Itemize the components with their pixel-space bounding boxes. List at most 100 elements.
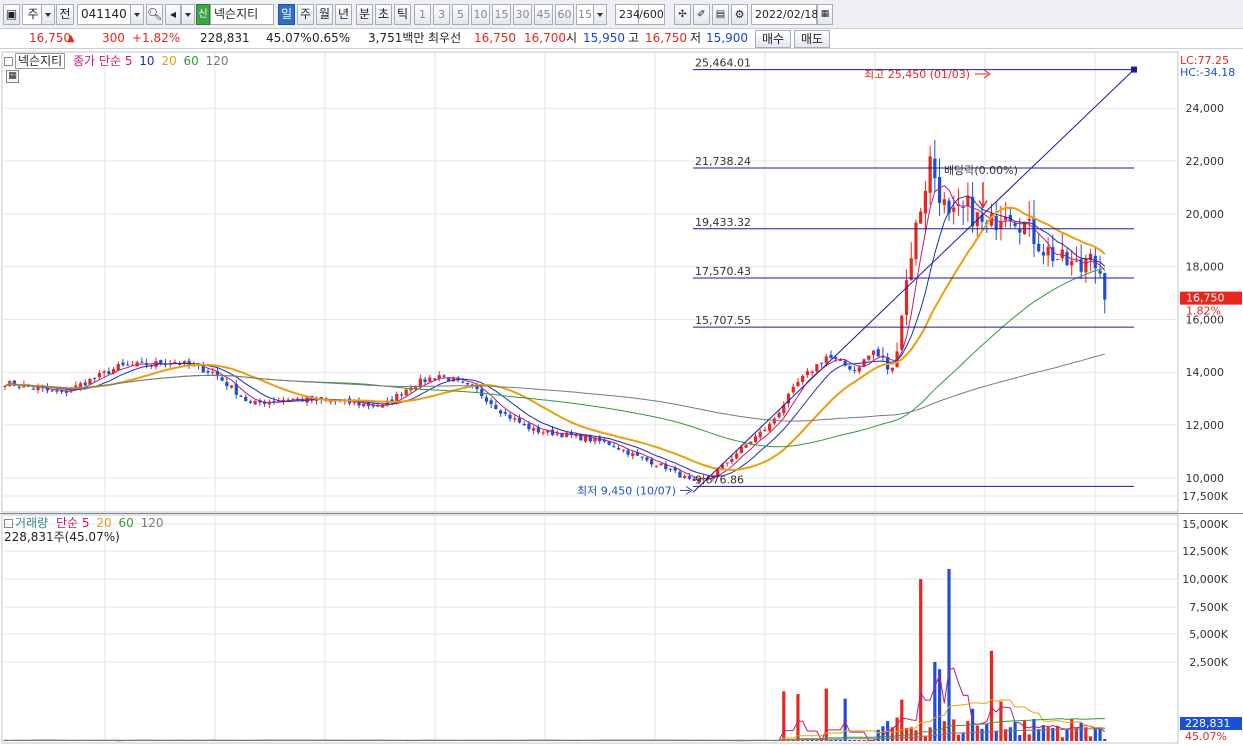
ma20-line (4, 206, 1106, 472)
crosshair-icon[interactable]: ✣ (674, 4, 691, 25)
period-tab-year[interactable]: 년 (335, 4, 352, 25)
candle-body (966, 196, 970, 207)
candle-body (517, 418, 522, 423)
interval-1[interactable]: 1 (414, 4, 431, 25)
price-volume-chart[interactable]: 24,00022,00020,00018,00016,00014,00012,0… (0, 50, 1243, 745)
vol-ma120-label: 120 (140, 516, 164, 530)
interval-5[interactable]: 5 (452, 4, 469, 25)
period-tab-day[interactable]: 일 (278, 4, 295, 25)
buy-button[interactable]: 매수 (755, 30, 791, 48)
ma-indicator-label[interactable]: 종가 단순 (73, 54, 121, 68)
interval-3[interactable]: 3 (433, 4, 450, 25)
volume-bar (1037, 729, 1041, 741)
period-tab-second[interactable]: 초 (375, 4, 392, 25)
interval-10[interactable]: 10 (471, 4, 490, 25)
candle-body (489, 400, 493, 405)
candle-body (1074, 260, 1079, 262)
market-dropdown-icon[interactable] (41, 4, 55, 25)
volume-tick-label: 7,500K (1189, 601, 1228, 614)
ma10-label: 10 (139, 54, 155, 68)
speaker-dropdown-icon[interactable] (181, 4, 195, 25)
volume-bar (994, 730, 998, 741)
prev-stock-button[interactable]: 전 (56, 4, 74, 25)
volume-bar (914, 730, 918, 741)
volume-bar (942, 721, 946, 741)
candle-body (631, 453, 635, 457)
speaker-icon[interactable]: ◂ (165, 4, 181, 25)
trend-line (692, 69, 1135, 493)
volume-bar (805, 740, 809, 741)
candle-body (1084, 258, 1088, 273)
sell-button[interactable]: 매도 (794, 30, 830, 48)
fib-level-label: 21,738.24 (695, 155, 751, 168)
search-icon[interactable]: 🔍︎ (146, 4, 163, 25)
settings-gear-icon[interactable]: ⚙ (731, 4, 748, 25)
stock-code-dropdown-icon[interactable] (130, 4, 144, 25)
volume-bar (1065, 728, 1069, 741)
interval-60[interactable]: 60 (555, 4, 574, 25)
candle-body (362, 403, 366, 407)
candle-body (225, 382, 229, 387)
price-pane-legend: 넥슨지티 종가 단순 5 10 20 60 120 (4, 52, 229, 69)
drawing-tools-icon[interactable]: ✐ (693, 4, 710, 25)
bid-price: 16,700 (524, 31, 566, 45)
candle-body (819, 362, 824, 364)
candle-body (829, 354, 833, 359)
volume-bar (1027, 734, 1031, 741)
interval-30[interactable]: 30 (513, 4, 532, 25)
stock-name-field[interactable]: 넥슨지티 (210, 4, 274, 25)
volume-bar (1041, 725, 1045, 741)
pane-box-icon[interactable] (4, 57, 13, 66)
chart-menu-icon[interactable]: ▣ (3, 4, 20, 25)
price-pane-title[interactable]: 넥슨지티 (15, 53, 66, 69)
candle-body (229, 385, 234, 388)
candle-body (399, 394, 404, 396)
price-tick-label: 10,000 (1186, 472, 1225, 485)
volume-tick-label: 5,000K (1189, 628, 1228, 641)
up-arrow-icon: ▲ (67, 33, 75, 44)
candle-body (683, 476, 687, 478)
save-icon[interactable]: ▤ (712, 4, 729, 25)
candle-body (418, 378, 422, 387)
period-tab-tick[interactable]: 틱 (394, 4, 411, 25)
high-price: 16,750 (645, 31, 687, 45)
candle-body (668, 468, 673, 470)
interval-15[interactable]: 15 (492, 4, 511, 25)
period-tab-week[interactable]: 주 (297, 4, 314, 25)
low-note: 최저 9,450 (10/07) (577, 484, 676, 497)
current-price-badge-text: 16,750 (1186, 292, 1225, 305)
candle-body (871, 350, 876, 355)
volume-pane-box-icon[interactable] (4, 519, 13, 528)
current-price: 16,750 (29, 31, 71, 45)
candle-body (777, 412, 781, 418)
volume-bar (909, 727, 913, 741)
low-price: 15,900 (706, 31, 748, 45)
candle-body (461, 381, 465, 383)
calendar-icon[interactable]: ▦ (817, 4, 833, 25)
stock-code-input[interactable]: 041140 (77, 4, 131, 25)
candle-body (1103, 273, 1107, 300)
volume-ratio: 45.07% (266, 31, 312, 45)
period-tab-month[interactable]: 월 (316, 4, 333, 25)
candle-body (753, 436, 758, 443)
grid-toggle-icon[interactable]: ▦ (6, 70, 19, 83)
candle-body (36, 387, 40, 391)
interval-input[interactable]: 15 (576, 4, 594, 25)
volume-bar (801, 740, 805, 741)
candle-body (805, 371, 809, 376)
candle-body (763, 429, 767, 432)
interval-dropdown-icon[interactable] (593, 4, 607, 25)
interval-45[interactable]: 45 (534, 4, 553, 25)
candle-body (583, 436, 588, 442)
volume-bar (848, 740, 852, 741)
count-input[interactable]: 234 (615, 4, 640, 25)
date-input[interactable]: 2022/02/18 (751, 4, 818, 25)
candle-body (239, 395, 243, 397)
candle-body (527, 423, 531, 430)
candle-body (909, 258, 913, 280)
candle-body (612, 446, 616, 448)
candle-body (853, 369, 857, 371)
period-tab-minute[interactable]: 분 (356, 4, 373, 25)
volume-tick-label: 2,500K (1189, 656, 1228, 669)
volume-bar (975, 725, 979, 741)
